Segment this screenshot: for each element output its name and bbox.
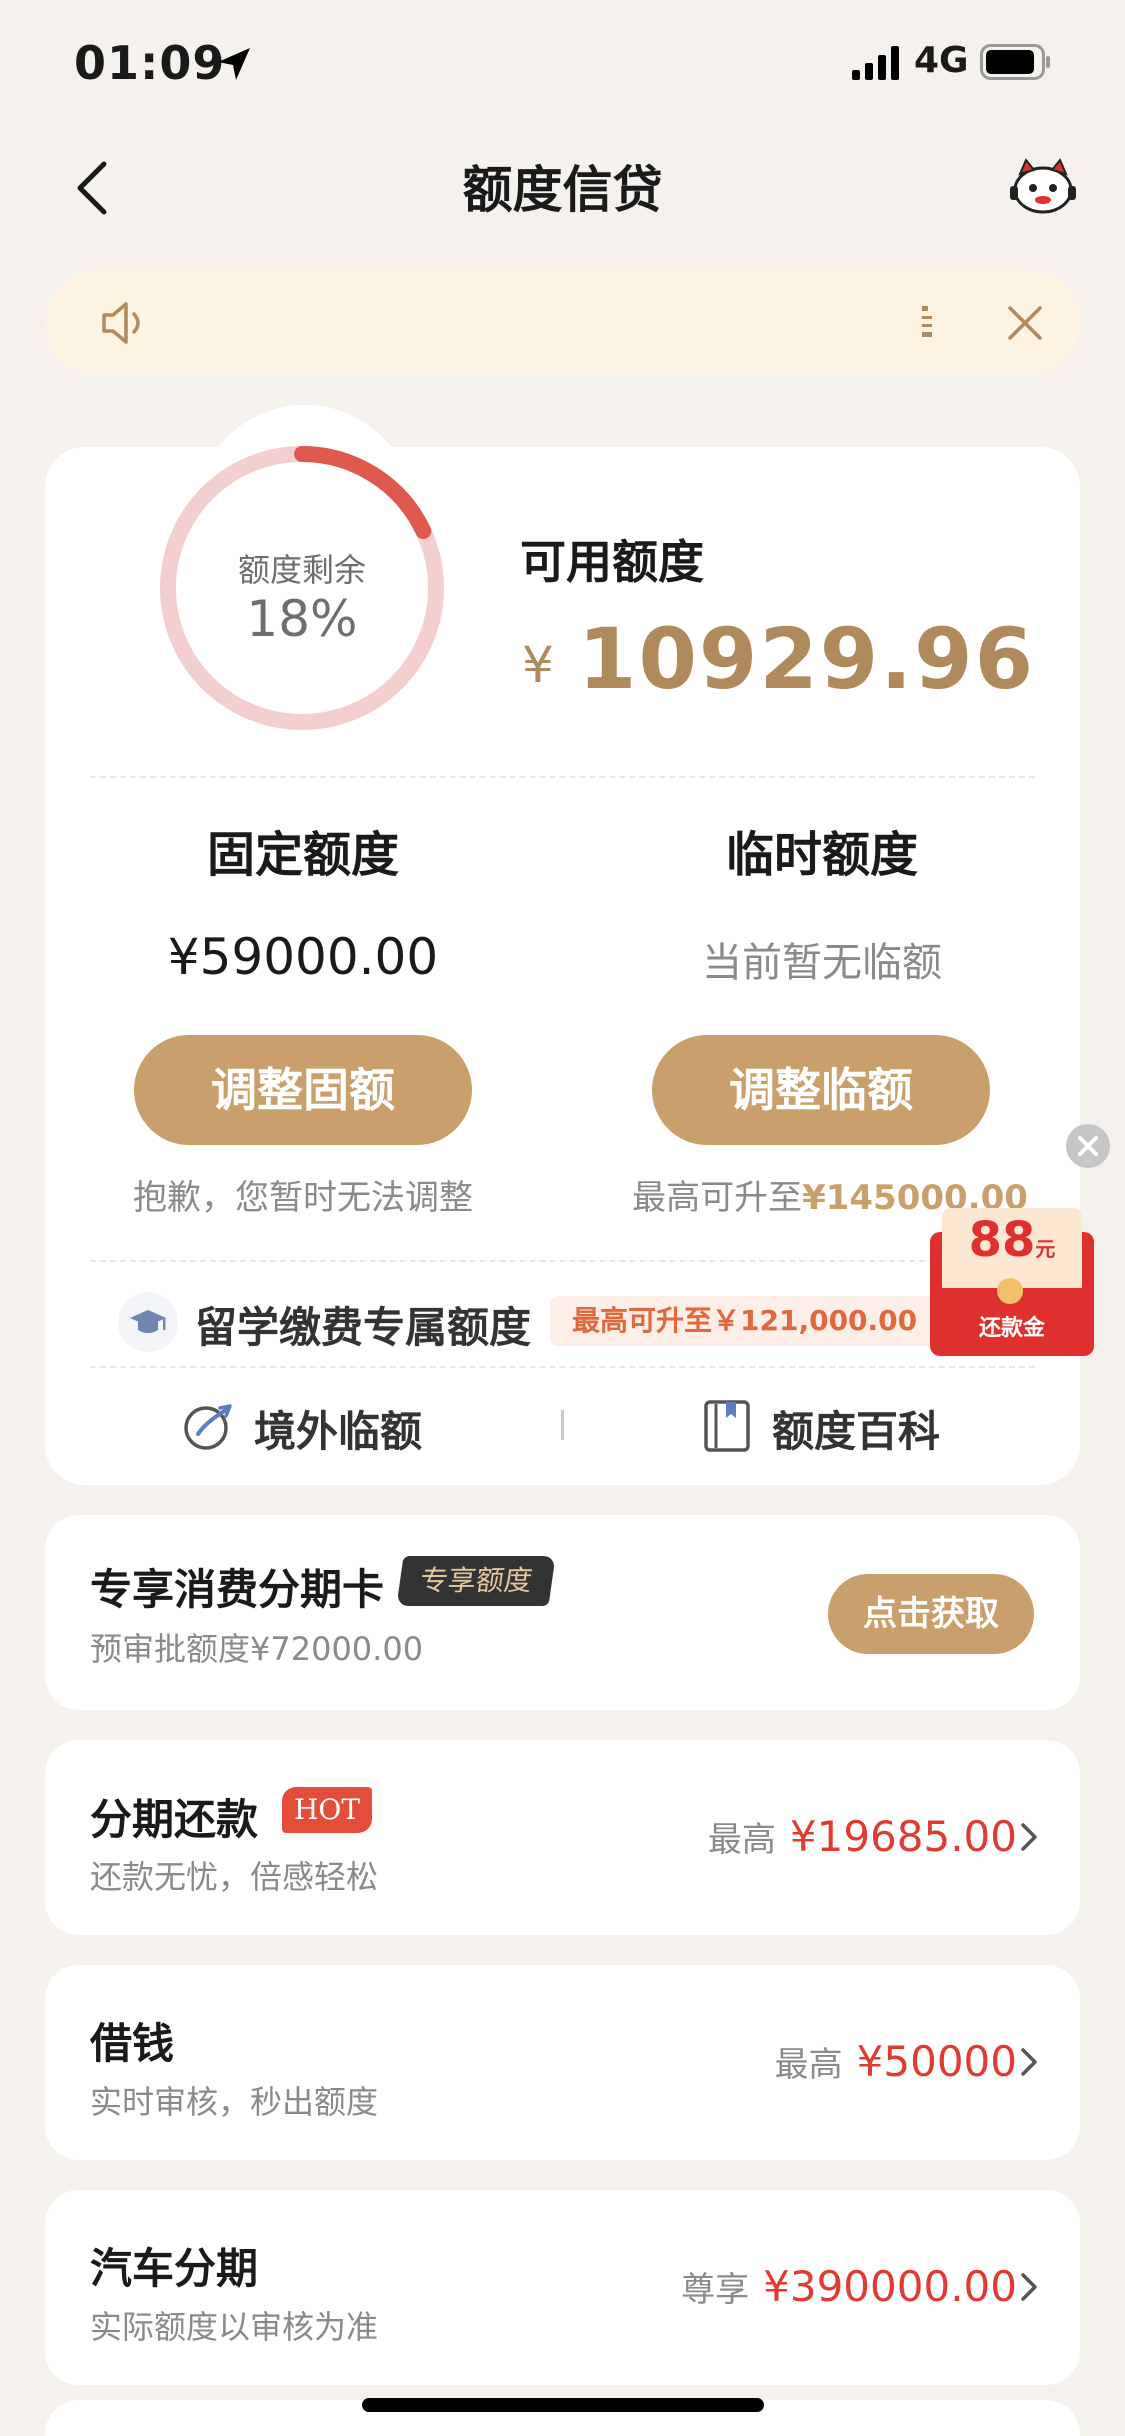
speaker-icon	[102, 302, 140, 344]
close-icon[interactable]	[1066, 1124, 1110, 1168]
divider	[90, 1366, 1035, 1368]
status-time: 01:09	[74, 36, 226, 90]
chevron-right-icon	[1021, 2273, 1037, 2301]
network-type: 4G	[914, 40, 969, 81]
available-amount: 10929.96	[578, 610, 1036, 708]
card-title: 分期还款	[90, 1795, 259, 1844]
home-indicator[interactable]	[362, 2398, 764, 2412]
get-offer-button[interactable]: 点击获取	[828, 1574, 1034, 1654]
ring-label: 额度剩余	[237, 551, 366, 589]
link-divider	[561, 1410, 564, 1440]
chevron-right-icon	[1021, 2048, 1037, 2076]
mascot-icon[interactable]	[1008, 156, 1078, 216]
page-title: 额度信贷	[462, 161, 663, 219]
ring-percent: 18%	[246, 590, 358, 648]
card-subtitle: 实际额度以审核为准	[90, 2308, 379, 2346]
study-credit-badge: 最高可升至￥121,000.00	[550, 1296, 940, 1346]
graduation-cap-icon	[118, 1292, 178, 1352]
chevron-right-icon	[1021, 1823, 1037, 1851]
card-subtitle: 还款无忧，倍感轻松	[90, 1858, 379, 1896]
exclusive-tag: 专享额度	[396, 1556, 556, 1606]
available-label: 可用额度	[520, 535, 704, 589]
adjust-fixed-button[interactable]: 调整固额	[134, 1035, 472, 1145]
red-packet-amount: 88元	[968, 1212, 1056, 1268]
red-packet-seal	[997, 1278, 1023, 1304]
fixed-credit-title: 固定额度	[206, 827, 399, 883]
notice-scroll-glyph	[922, 306, 932, 337]
globe-plane-icon	[184, 1404, 232, 1450]
credit-wiki-link[interactable]: 额度百科	[772, 1398, 940, 1459]
card-amount: 最高 ¥50000	[774, 2037, 1017, 2086]
divider	[90, 776, 1035, 778]
temporary-credit-status: 当前暂无临额	[702, 940, 942, 986]
fixed-credit-amount: ¥59000.00	[167, 928, 439, 986]
card-subtitle: 实时审核，秒出额度	[90, 2083, 379, 2121]
overseas-credit-link[interactable]: 境外临额	[254, 1398, 422, 1459]
card-title: 借钱	[90, 2019, 175, 2068]
card-title: 汽车分期	[90, 2244, 259, 2293]
adjust-temporary-button[interactable]: 调整临额	[652, 1035, 990, 1145]
close-icon[interactable]	[1004, 302, 1046, 344]
available-currency: ¥	[522, 636, 554, 694]
book-icon	[704, 1400, 750, 1452]
location-arrow-icon	[218, 48, 250, 80]
temporary-credit-title: 临时额度	[725, 827, 918, 883]
card-amount: 尊享 ¥390000.00	[681, 2262, 1017, 2311]
notice-text	[182, 300, 922, 346]
card-amount: 最高 ¥19685.00	[707, 1812, 1017, 1861]
study-credit-title[interactable]: 留学缴费专属额度	[195, 1294, 531, 1355]
hot-badge: HOT	[282, 1787, 372, 1833]
fixed-note: 抱歉，您暂时无法调整	[133, 1178, 473, 1218]
red-packet-label: 还款金	[978, 1316, 1045, 1341]
temporary-note-prefix: 最高可升至	[632, 1178, 803, 1218]
divider	[90, 1260, 1035, 1262]
battery-icon	[980, 44, 1050, 80]
card-title: 专享消费分期卡	[90, 1565, 385, 1614]
card-subtitle: 预审批额度¥72000.00	[90, 1630, 424, 1668]
signal-icon	[852, 46, 899, 80]
